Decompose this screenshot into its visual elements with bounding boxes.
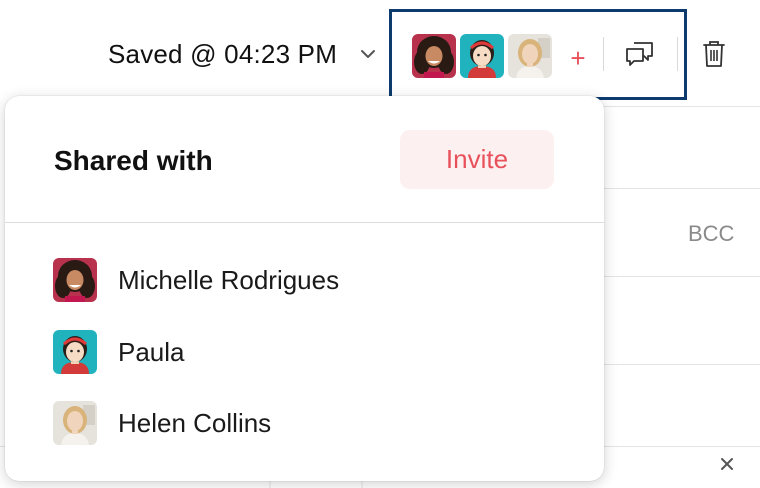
shared-with-panel: Shared with Invite Michelle Rodrigues Pa… [5, 96, 604, 481]
invite-button[interactable]: Invite [400, 130, 554, 189]
avatar [53, 401, 97, 445]
avatar-paula[interactable] [460, 34, 504, 78]
compose-divider [600, 188, 760, 189]
avatar [53, 330, 97, 374]
chat-icon[interactable] [624, 38, 656, 70]
toolbar-divider [603, 37, 604, 71]
compose-divider [600, 364, 760, 365]
panel-title: Shared with [54, 145, 213, 176]
member-row-helen-collins[interactable]: Helen Collins [53, 400, 573, 446]
panel-divider [5, 222, 604, 223]
saved-status: Saved @ 04:23 PM [108, 39, 338, 69]
member-row-michelle-rodrigues[interactable]: Michelle Rodrigues [53, 257, 573, 303]
compose-divider [600, 276, 760, 277]
avatar-michelle-rodrigues[interactable] [412, 34, 456, 78]
member-name: Michelle Rodrigues [118, 265, 340, 295]
avatar-helen-collins[interactable] [508, 34, 552, 78]
trash-icon[interactable] [700, 38, 728, 70]
avatar [53, 258, 97, 302]
chevron-down-icon[interactable] [356, 42, 380, 66]
member-name: Paula [118, 337, 185, 367]
member-name: Helen Collins [118, 408, 272, 438]
add-collaborator-button[interactable]: + [566, 44, 590, 72]
compose-divider [600, 106, 760, 107]
bcc-field-label[interactable]: BCC [688, 220, 734, 248]
member-row-paula[interactable]: Paula [53, 329, 573, 375]
toolbar-divider [677, 37, 678, 71]
